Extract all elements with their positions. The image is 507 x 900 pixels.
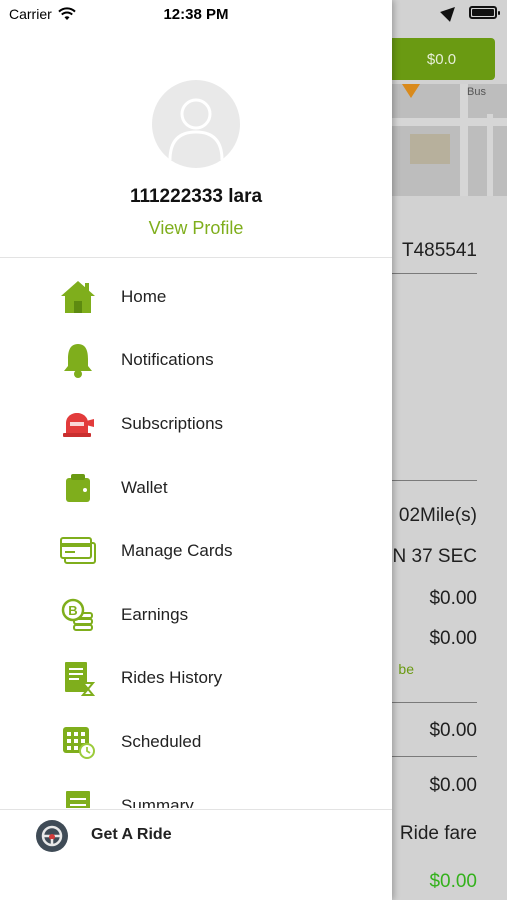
- menu-item-home[interactable]: Home: [0, 265, 392, 329]
- menu-label: Manage Cards: [121, 541, 233, 561]
- amount-value: $0.00: [429, 628, 477, 649]
- profile-header: 111222333 lara View Profile: [0, 28, 392, 258]
- fare-label: Ride fare: [399, 823, 477, 844]
- distance-text: 02Mile(s): [398, 505, 477, 526]
- steering-wheel-icon: [36, 820, 68, 852]
- menu-label: Subscriptions: [121, 413, 224, 433]
- divider: [392, 702, 477, 703]
- coins-icon: B: [58, 595, 98, 635]
- menu-item-earnings[interactable]: B Earnings: [0, 583, 392, 647]
- menu-item-summary[interactable]: Summary: [0, 774, 392, 808]
- history-icon: [58, 658, 98, 698]
- battery-icon: [469, 5, 500, 19]
- side-drawer: Carrier 12:38 PM 111222333 lara View Pro…: [0, 0, 392, 900]
- location-arrow-icon: [440, 2, 460, 22]
- map-view[interactable]: Bus: [392, 84, 507, 196]
- menu-label: Rides History: [121, 668, 223, 688]
- clock: 12:38 PM: [163, 6, 229, 23]
- user-name: 111222333 lara: [129, 186, 263, 207]
- menu-item-manage-cards[interactable]: Manage Cards: [0, 519, 392, 583]
- menu-item-notifications[interactable]: Notifications: [0, 329, 392, 393]
- ride-id-text: T485541: [401, 240, 477, 261]
- home-icon: [58, 277, 98, 317]
- view-profile-link[interactable]: View Profile: [0, 218, 392, 239]
- summary-icon: [58, 786, 98, 808]
- amount-value: $0.00: [429, 775, 477, 796]
- divider: [392, 273, 477, 274]
- menu-label: Notifications: [121, 350, 214, 370]
- status-bar: Carrier 12:38 PM: [0, 0, 392, 28]
- subscription-icon: [58, 404, 98, 444]
- get-a-ride-bar[interactable]: Get A Ride: [0, 809, 392, 900]
- status-right-icons: [440, 2, 500, 22]
- wallet-icon: [58, 468, 98, 508]
- duration-text: N 37 SEC: [392, 546, 477, 567]
- calendar-icon: [58, 722, 98, 762]
- divider: [392, 756, 477, 757]
- menu-list: Home Notifications Subscriptions Wallet …: [0, 265, 392, 808]
- menu-label: Summary: [121, 795, 194, 808]
- map-street-label: Bus: [467, 86, 486, 98]
- menu-label: Wallet: [121, 477, 168, 497]
- user-silhouette-icon: [168, 98, 224, 161]
- bell-icon: [58, 340, 98, 380]
- menu-label: Earnings: [121, 604, 189, 624]
- avatar[interactable]: [152, 80, 240, 168]
- menu-item-scheduled[interactable]: Scheduled: [0, 710, 392, 774]
- menu-item-rides-history[interactable]: Rides History: [0, 647, 392, 711]
- amount-value: $0.00: [429, 720, 477, 741]
- fare-value: $0.00: [429, 871, 477, 892]
- menu-item-wallet[interactable]: Wallet: [0, 456, 392, 520]
- menu-label: Home: [121, 286, 167, 306]
- card-icon: [58, 531, 98, 571]
- map-pin-icon: [402, 84, 420, 98]
- menu-label: Scheduled: [121, 731, 202, 751]
- menu-item-subscriptions[interactable]: Subscriptions: [0, 392, 392, 456]
- get-a-ride-label: Get A Ride: [91, 826, 172, 843]
- divider: [392, 480, 477, 481]
- svg-text:B: B: [68, 603, 77, 618]
- note-text: be: [398, 661, 414, 677]
- amount-value: $0.00: [429, 588, 477, 609]
